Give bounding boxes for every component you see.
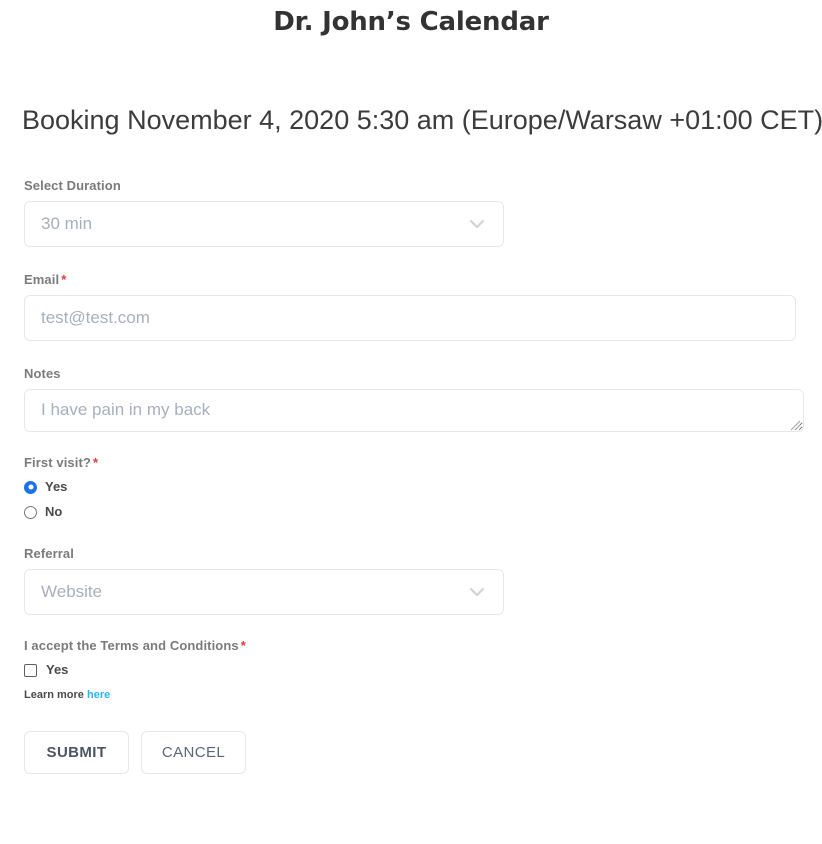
email-label-text: Email (24, 272, 60, 287)
first-visit-label: First visit? * (24, 455, 822, 471)
terms-label-text: I accept the Terms and Conditions (24, 638, 239, 653)
duration-select-value: 30 min (24, 201, 504, 247)
booking-form: Select Duration 30 min Email* Notes (0, 178, 822, 774)
duration-select[interactable]: 30 min (24, 201, 504, 247)
learn-more-text: Learn more here (24, 688, 822, 702)
notes-textarea-wrap (24, 389, 804, 432)
terms-checkbox-row[interactable]: Yes (24, 659, 822, 681)
terms-checkbox-label: Yes (46, 662, 69, 677)
terms-label: I accept the Terms and Conditions * (24, 638, 822, 654)
learn-more-prefix: Learn more (24, 689, 84, 701)
field-duration: Select Duration 30 min (0, 178, 822, 247)
field-terms: I accept the Terms and Conditions * Yes L… (0, 638, 822, 702)
submit-button[interactable]: SUBMIT (24, 731, 129, 774)
terms-here-link[interactable]: here (87, 689, 110, 701)
page-title: Dr. John’s Calendar (273, 7, 549, 37)
referral-select[interactable]: Website (24, 569, 504, 615)
field-email: Email * (0, 272, 822, 341)
form-actions: SUBMIT CANCEL (0, 731, 822, 774)
radio-icon-yes[interactable] (24, 480, 37, 494)
terms-required-asterisk: * (240, 638, 246, 653)
booking-heading: Booking November 4, 2020 5:30 am (Europe… (22, 105, 822, 135)
field-referral: Referral Website (0, 546, 822, 615)
email-input[interactable] (24, 295, 796, 341)
email-label: Email * (24, 272, 822, 288)
first-visit-required-asterisk: * (92, 455, 99, 470)
checkbox-icon-terms[interactable] (24, 663, 37, 677)
radio-option-no[interactable]: No (24, 501, 822, 523)
referral-select-value: Website (24, 569, 504, 615)
radio-option-yes[interactable]: Yes (24, 476, 822, 498)
duration-label: Select Duration (24, 178, 121, 193)
notes-label: Notes (24, 366, 61, 381)
notes-textarea[interactable] (24, 389, 804, 432)
field-first-visit: First visit? * Yes No (0, 455, 822, 523)
radio-label-yes: Yes (45, 479, 68, 494)
cancel-button[interactable]: CANCEL (141, 731, 246, 774)
first-visit-label-text: First visit? (24, 455, 91, 470)
email-required-asterisk: * (61, 272, 67, 287)
radio-label-no: No (45, 504, 63, 519)
referral-label: Referral (24, 546, 74, 561)
radio-icon-no[interactable] (24, 505, 37, 519)
field-notes: Notes (0, 366, 822, 432)
